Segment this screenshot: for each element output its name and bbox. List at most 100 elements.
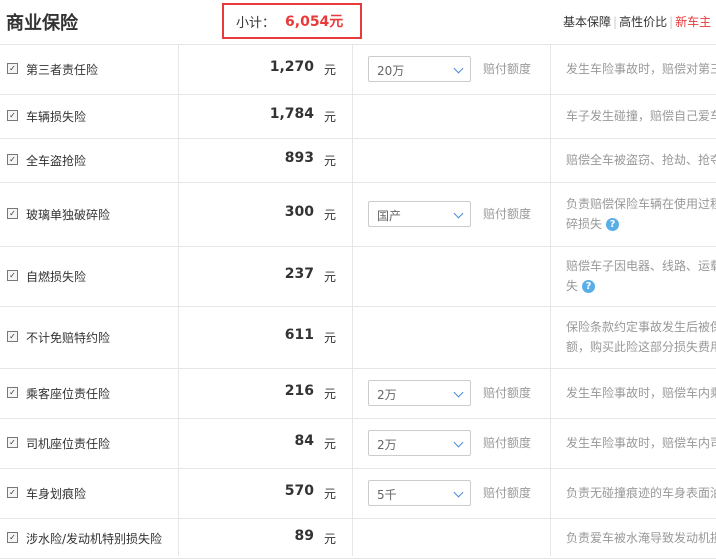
description-line: 碎损失? [566,214,716,234]
coverage-select[interactable]: 国产 [368,201,471,227]
insurance-name: 不计免赔特约险 [26,331,111,345]
description-line: 车子发生碰撞，赔偿自己爱车 [566,106,716,126]
coverage-select[interactable]: 2万 [368,380,471,406]
description-line: 负责无碰撞痕迹的车身表面油 [566,483,716,503]
insurance-name: 车辆损失险 [26,110,87,124]
insurance-price: 611 [284,327,314,343]
price-unit: 元 [324,110,337,124]
insurance-price: 84 [294,433,314,449]
coverage-select[interactable]: 2万 [368,430,471,456]
tab-value[interactable]: 高性价比 [619,15,667,29]
insurance-price: 1,784 [269,106,314,122]
insurance-name: 玻璃单独破碎险 [26,208,111,222]
description-text: 保险条款约定事故发生后被保 [566,320,716,334]
plan-tabs: 基本保障 | 高性价比 | 新车主 [563,13,711,30]
description-line: 发生车险事故时，赔偿车内司 [566,433,716,453]
price-unit: 元 [324,437,337,451]
description-text: 失 [566,279,579,293]
description-text: 发生车险事故时，赔偿车内乘 [566,386,716,400]
price-unit: 元 [324,63,337,77]
row-checkbox[interactable]: ✓ [7,487,18,498]
insurance-price: 216 [284,383,314,399]
insurance-description: 负责无碰撞痕迹的车身表面油 [566,483,716,503]
description-text: 赔偿全车被盗窃、抢劫、抢夺 [566,153,716,167]
price-unit: 元 [324,532,337,546]
description-text: 额，购买此险这部分损失费用 [566,340,716,354]
insurance-price: 237 [284,266,314,282]
insurance-name: 第三者责任险 [26,63,99,77]
description-text: 负责无碰撞痕迹的车身表面油 [566,486,716,500]
insurance-description: 车子发生碰撞，赔偿自己爱车 [566,106,716,126]
insurance-description: 保险条款约定事故发生后被保 额，购买此险这部分损失费用 [566,317,716,357]
description-line: 失? [566,276,716,296]
row-checkbox[interactable]: ✓ [7,331,18,342]
page-title: 商业保险 [6,13,78,34]
coverage-label: 赔付额度 [483,386,532,400]
insurance-description: 发生车险事故时，赔偿车内乘 [566,383,716,403]
description-text: 碎损失 [566,217,603,231]
description-line: 负责赔偿保险车辆在使用过程 [566,194,716,214]
insurance-name: 乘客座位责任险 [26,387,111,401]
tab-basic[interactable]: 基本保障 [563,15,611,29]
description-line: 发生车险事故时，赔偿车内乘 [566,383,716,403]
header: 商业保险 小计： 6,054元 基本保障 | 高性价比 | 新车主 [0,0,716,45]
row-checkbox[interactable]: ✓ [7,532,18,543]
insurance-name: 自燃损失险 [26,270,87,284]
chevron-down-icon [453,487,464,498]
row-checkbox[interactable]: ✓ [7,208,18,219]
description-line: 发生车险事故时，赔偿对第三 [566,59,716,79]
coverage-select-value: 20万 [377,64,405,78]
coverage-select[interactable]: 5千 [368,480,471,506]
row-checkbox[interactable]: ✓ [7,63,18,74]
insurance-description: 发生车险事故时，赔偿对第三 [566,59,716,79]
coverage-select-value: 2万 [377,388,397,402]
coverage-select-value: 国产 [377,209,402,223]
coverage-label: 赔付额度 [483,207,532,221]
insurance-description: 负责爱车被水淹导致发动机损 [566,528,716,548]
tab-separator: | [669,15,674,29]
description-text: 赔偿车子因电器、线路、运载 [566,259,716,273]
coverage-select[interactable]: 20万 [368,56,471,82]
chevron-down-icon [453,63,464,74]
insurance-name: 全车盗抢险 [26,154,87,168]
description-line: 保险条款约定事故发生后被保 [566,317,716,337]
row-checkbox[interactable]: ✓ [7,110,18,121]
insurance-description: 发生车险事故时，赔偿车内司 [566,433,716,453]
subtotal-value: 6,054元 [285,14,344,30]
insurance-price: 89 [294,528,314,544]
coverage-select-value: 5千 [377,488,397,502]
description-text: 负责赔偿保险车辆在使用过程 [566,197,716,211]
insurance-price: 300 [284,204,314,220]
description-text: 负责爱车被水淹导致发动机损 [566,531,716,545]
chevron-down-icon [453,387,464,398]
coverage-label: 赔付额度 [483,486,532,500]
coverage-label: 赔付额度 [483,436,532,450]
row-checkbox[interactable]: ✓ [7,270,18,281]
help-icon[interactable]: ? [582,280,596,293]
description-line: 赔偿车子因电器、线路、运载 [566,256,716,276]
chevron-down-icon [453,208,464,219]
row-checkbox[interactable]: ✓ [7,154,18,165]
insurance-price: 893 [284,150,314,166]
description-text: 发生车险事故时，赔偿对第三 [566,62,716,76]
insurance-name: 司机座位责任险 [26,437,111,451]
coverage-label: 赔付额度 [483,62,532,76]
insurance-price: 1,270 [269,59,314,75]
tab-separator: | [613,15,618,29]
help-icon[interactable]: ? [606,218,620,231]
price-unit: 元 [324,270,337,284]
description-line: 赔偿全车被盗窃、抢劫、抢夺 [566,150,716,170]
insurance-description: 赔偿全车被盗窃、抢劫、抢夺 [566,150,716,170]
chevron-down-icon [453,437,464,448]
subtotal-label: 小计： [236,15,276,31]
row-checkbox[interactable]: ✓ [7,387,18,398]
subtotal-box: 小计： 6,054元 [222,3,362,39]
price-unit: 元 [324,331,337,345]
description-line: 额，购买此险这部分损失费用 [566,337,716,357]
coverage-select-value: 2万 [377,438,397,452]
insurance-price: 570 [284,483,314,499]
row-checkbox[interactable]: ✓ [7,437,18,448]
price-unit: 元 [324,487,337,501]
insurance-description: 赔偿车子因电器、线路、运载失? [566,256,716,296]
tab-new-owner[interactable]: 新车主 [675,15,711,29]
